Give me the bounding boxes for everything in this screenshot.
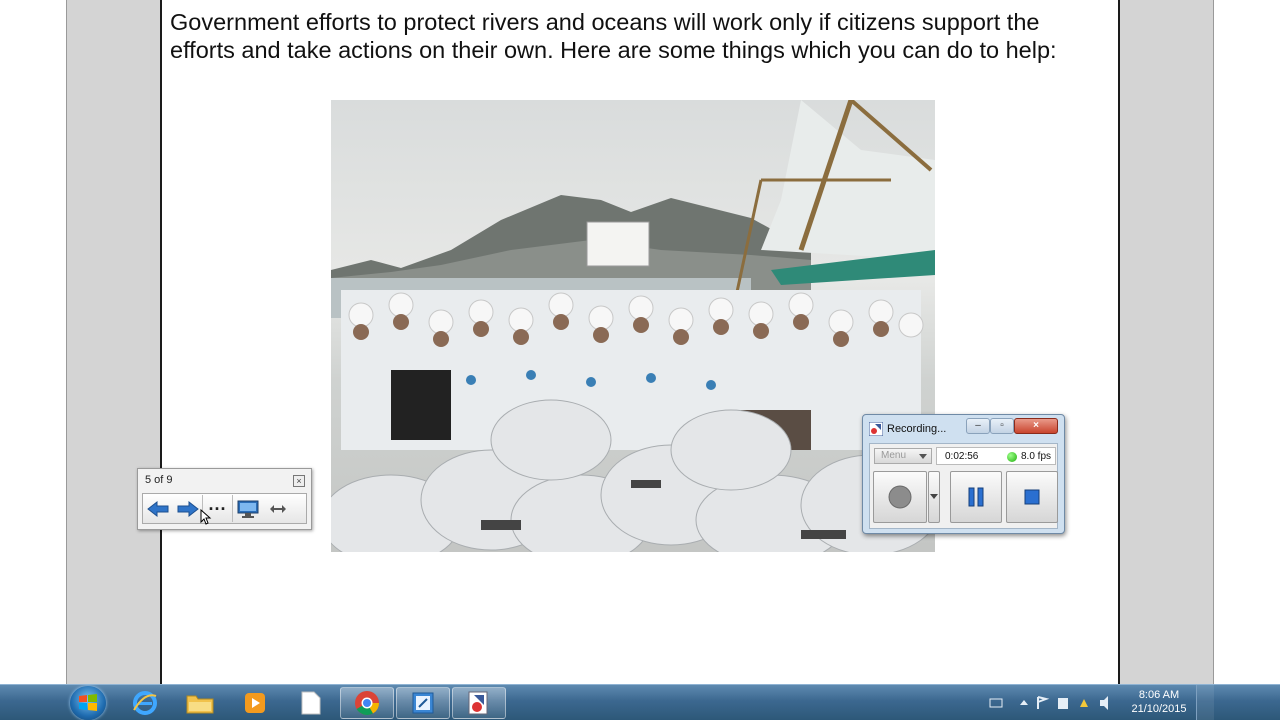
pause-button[interactable] — [950, 471, 1002, 523]
left-gutter — [66, 0, 160, 684]
recorder-icon — [468, 691, 488, 715]
taskbar-chrome[interactable] — [340, 687, 394, 719]
taskbar-recorder[interactable] — [452, 687, 506, 719]
recording-title: Recording... — [887, 423, 947, 435]
close-button[interactable]: × — [1014, 418, 1058, 434]
taskbar-document[interactable] — [284, 687, 338, 719]
stop-icon — [1024, 489, 1040, 505]
recording-panel: Menu 0:02:56 8.0 fps — [869, 443, 1058, 529]
recording-readout: 0:02:56 8.0 fps — [936, 447, 1056, 465]
slideshow-toolbar: 5 of 9 × ... — [137, 468, 312, 530]
status-indicator-icon — [1007, 452, 1017, 462]
start-button[interactable] — [70, 686, 106, 720]
recorder-menu-dropdown[interactable]: Menu — [874, 448, 932, 464]
record-button[interactable] — [873, 471, 927, 523]
next-slide-button[interactable] — [173, 495, 203, 522]
slide-body-text: Government efforts to protect rivers and… — [170, 9, 1057, 63]
recording-window: Recording... – ▫ × Menu 0:02:56 8.0 fps — [862, 414, 1065, 534]
stop-button[interactable] — [1006, 471, 1058, 523]
previous-slide-button[interactable] — [143, 495, 173, 522]
minimize-button[interactable]: – — [966, 418, 990, 434]
slide-canvas: Government efforts to protect rivers and… — [160, 0, 1118, 684]
arrow-left-icon — [147, 500, 169, 517]
record-icon — [888, 485, 912, 509]
pause-icon — [968, 487, 984, 507]
outer-background-right — [1214, 0, 1280, 684]
taskbar-file-explorer[interactable] — [173, 687, 227, 719]
beach-cleanup-photo — [331, 100, 935, 552]
taskbar-internet-explorer[interactable] — [118, 687, 172, 719]
clock-date: 21/10/2015 — [1131, 703, 1187, 715]
recording-titlebar[interactable]: Recording... – ▫ × — [863, 415, 1064, 441]
system-clock[interactable]: 8:06 AM 21/10/2015 — [1126, 688, 1192, 716]
file-explorer-icon — [186, 695, 214, 714]
maximize-button[interactable]: ▫ — [990, 418, 1014, 434]
document-icon — [301, 691, 321, 715]
internet-explorer-icon — [133, 691, 157, 715]
resize-button[interactable] — [263, 495, 293, 522]
toolbar-close-button[interactable]: × — [293, 475, 305, 487]
photo-illustration — [331, 100, 935, 552]
chrome-icon — [355, 691, 379, 716]
clock-time: 8:06 AM — [1138, 689, 1180, 701]
media-player-icon — [245, 693, 265, 713]
resize-icon — [270, 504, 286, 513]
taskbar-media-player[interactable] — [228, 687, 282, 719]
screen-view-button[interactable] — [233, 495, 263, 522]
monitor-icon — [237, 500, 259, 518]
menu-label: Menu — [881, 450, 907, 461]
chevron-down-icon — [930, 494, 938, 499]
tray-icons — [989, 696, 1108, 710]
windows-logo-icon — [79, 694, 97, 711]
recorder-app-icon — [869, 422, 883, 436]
toolbar-button-row: ... — [142, 493, 307, 524]
system-tray — [984, 685, 1124, 720]
taskbar: 8:06 AM 21/10/2015 — [0, 684, 1280, 720]
mouse-cursor-icon — [200, 509, 212, 525]
elapsed-time: 0:02:56 — [945, 451, 979, 462]
frame-rate: 8.0 fps — [1021, 451, 1052, 462]
right-gutter — [1118, 0, 1214, 684]
slide-counter: 5 of 9 — [145, 474, 173, 486]
taskbar-notes[interactable] — [396, 687, 450, 719]
chevron-down-icon — [919, 454, 927, 459]
outer-background-left — [0, 0, 66, 684]
record-options-dropdown[interactable] — [928, 471, 940, 523]
notes-icon — [412, 692, 434, 714]
show-desktop-button[interactable] — [1196, 685, 1214, 720]
arrow-right-icon — [177, 500, 199, 517]
